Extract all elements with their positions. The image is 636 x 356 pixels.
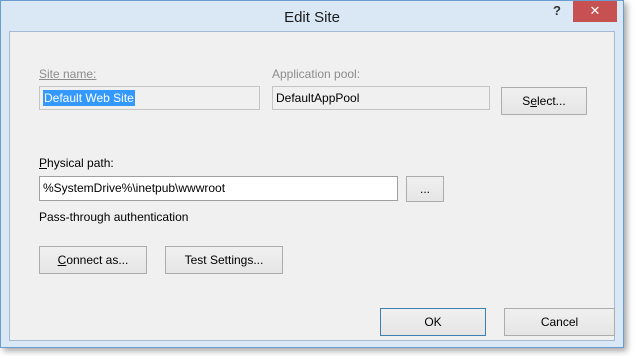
pass-through-auth-label: Pass-through authentication <box>39 210 189 224</box>
connect-as-text: onnect as... <box>66 253 129 267</box>
help-button[interactable]: ? <box>544 1 570 22</box>
browse-path-button[interactable]: ... <box>406 176 444 202</box>
cancel-button[interactable]: Cancel <box>504 308 615 336</box>
test-settings-text-a: Test Settin <box>184 253 241 267</box>
dialog-title: Edit Site <box>284 9 340 26</box>
physical-path-mnemonic: P <box>39 156 48 170</box>
application-pool-label: Application pool: <box>272 67 361 81</box>
connect-as-mnemonic: C <box>57 253 67 267</box>
application-pool-field: DefaultAppPool <box>272 86 490 110</box>
site-name-value: Default Web Site <box>43 90 135 106</box>
application-pool-value: DefaultAppPool <box>276 91 360 105</box>
close-button[interactable]: ✕ <box>573 1 617 22</box>
select-app-pool-button[interactable]: Select... <box>501 87 587 115</box>
edit-site-dialog: Edit Site ? ✕ Site name: Default Web Sit… <box>0 0 624 348</box>
select-button-text-b: lect... <box>537 94 566 108</box>
physical-path-label: Physical path: <box>39 156 114 170</box>
test-settings-button[interactable]: Test Settings... <box>165 246 283 274</box>
dialog-body: Site name: Default Web Site Application … <box>9 31 615 341</box>
site-name-label: Site name: <box>39 67 96 81</box>
title-bar[interactable]: Edit Site ? ✕ <box>1 1 623 31</box>
site-name-field[interactable]: Default Web Site <box>39 86 260 110</box>
site-name-label-text: Site name: <box>39 67 97 81</box>
ok-button[interactable]: OK <box>380 308 486 336</box>
physical-path-label-text: hysical path: <box>47 156 114 170</box>
close-icon: ✕ <box>589 3 601 18</box>
connect-as-button[interactable]: Connect as... <box>39 246 147 274</box>
select-button-mnemonic: e <box>530 94 537 108</box>
test-settings-text-b: s... <box>247 253 264 267</box>
physical-path-input[interactable]: %SystemDrive%\inetpub\wwwroot <box>39 176 398 201</box>
physical-path-value: %SystemDrive%\inetpub\wwwroot <box>43 181 226 195</box>
